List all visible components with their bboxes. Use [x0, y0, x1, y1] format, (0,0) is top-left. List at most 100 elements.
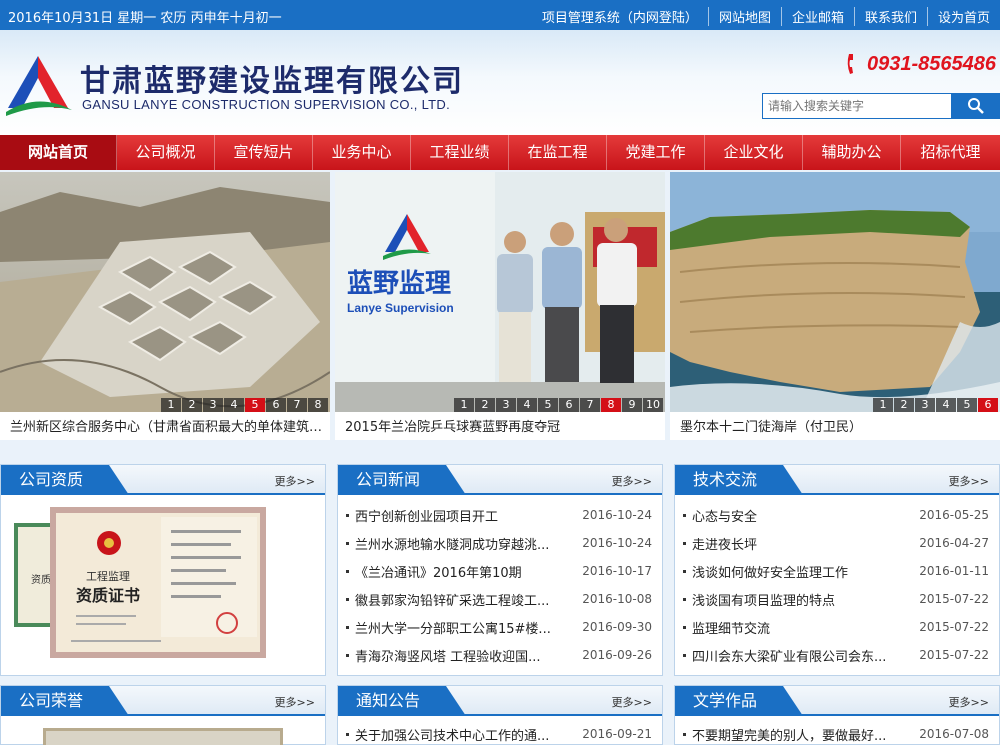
pager-button[interactable]: 9: [622, 398, 642, 412]
nav-item-projects[interactable]: 工程业绩: [411, 135, 509, 170]
tech-exchange-panel: 技术交流 更多>> 心态与安全 2016-05-25 走进夜长坪 2016-04-2…: [674, 464, 1000, 676]
notice-title-link[interactable]: 关于加强公司技术中心工作的通...: [355, 725, 562, 744]
panel-header: 通知公告 更多>>: [338, 686, 662, 716]
list-item: 青海尕海竖风塔 工程验收迎国... 2016-09-26: [346, 641, 652, 669]
pager-button[interactable]: 1: [161, 398, 181, 412]
list-item: 监理细节交流 2015-07-22: [683, 613, 989, 641]
list-item: 不要期望完美的别人，要做最好... 2016-07-08: [683, 720, 989, 745]
notice-panel: 通知公告 更多>> 关于加强公司技术中心工作的通... 2016-09-21: [337, 685, 663, 745]
pager-button[interactable]: 7: [287, 398, 307, 412]
top-link-sitemap[interactable]: 网站地图: [707, 7, 781, 26]
banner-slide-2[interactable]: 蓝野监理 Lanye Supervision 1 2 3 4 5 6 7 8 9…: [335, 172, 665, 440]
panel-title: 公司新闻: [338, 465, 466, 495]
nav-item-home[interactable]: 网站首页: [0, 135, 117, 170]
list-item: 浅谈如何做好安全监理工作 2016-01-11: [683, 557, 989, 585]
news-title-link[interactable]: 徽县郭家沟铅锌矿采选工程竣工...: [355, 590, 562, 609]
article-title-link[interactable]: 心态与安全: [692, 506, 899, 525]
pager-button[interactable]: 6: [559, 398, 579, 412]
pager-button[interactable]: 4: [936, 398, 956, 412]
list-item: 徽县郭家沟铅锌矿采选工程竣工... 2016-10-08: [346, 585, 652, 613]
more-link[interactable]: 更多>>: [949, 473, 989, 489]
more-link[interactable]: 更多>>: [275, 473, 315, 489]
pager-button[interactable]: 2: [182, 398, 202, 412]
pager-button[interactable]: 10: [643, 398, 663, 412]
panel-header: 公司荣誉 更多>>: [1, 686, 325, 716]
pager-button[interactable]: 2: [894, 398, 914, 412]
news-title-link[interactable]: 兰州大学一分部职工公寓15#楼...: [355, 618, 562, 637]
certificate-image[interactable]: 资质证书 工程监理 资质证书: [1, 495, 325, 665]
literature-title-link[interactable]: 不要期望完美的别人，要做最好...: [692, 725, 899, 744]
pager-button[interactable]: 5: [538, 398, 558, 412]
pager-button-active[interactable]: 5: [245, 398, 265, 412]
list-item: 四川会东大梁矿业有限公司会东... 2015-07-22: [683, 641, 989, 669]
honor-image[interactable]: [43, 728, 283, 745]
banner-caption-2[interactable]: 2015年兰冶院乒乓球赛蓝野再度夺冠: [345, 416, 660, 435]
pager-button-active[interactable]: 8: [601, 398, 621, 412]
pager-button[interactable]: 6: [266, 398, 286, 412]
top-link-contact[interactable]: 联系我们: [853, 7, 927, 26]
pager-button-active[interactable]: 6: [978, 398, 998, 412]
article-title-link[interactable]: 监理细节交流: [692, 618, 899, 637]
pager-button[interactable]: 1: [454, 398, 474, 412]
more-link[interactable]: 更多>>: [612, 473, 652, 489]
nav-item-culture[interactable]: 企业文化: [705, 135, 803, 170]
panel-title: 技术交流: [675, 465, 803, 495]
news-date: 2016-10-17: [582, 564, 652, 578]
news-title-link[interactable]: 兰州水源地输水隧洞成功穿越洮...: [355, 534, 562, 553]
banner-pager-1: 1 2 3 4 5 6 7 8: [160, 398, 328, 412]
pager-button[interactable]: 8: [308, 398, 328, 412]
banner-slide-3[interactable]: 1 2 3 4 5 6 墨尔本十二门徒海岸（付卫民）: [670, 172, 1000, 440]
more-link[interactable]: 更多>>: [275, 694, 315, 710]
nav-item-ongoing[interactable]: 在监工程: [509, 135, 607, 170]
search-bar: [762, 93, 1000, 119]
news-title-link[interactable]: 西宁创新创业园项目开工: [355, 506, 562, 525]
bullet-icon: [683, 625, 686, 629]
top-link-set-homepage[interactable]: 设为首页: [926, 7, 1000, 26]
more-link[interactable]: 更多>>: [949, 694, 989, 710]
search-button[interactable]: [952, 93, 1000, 119]
bullet-icon: [346, 732, 349, 736]
pager-button[interactable]: 4: [517, 398, 537, 412]
article-date: 2015-07-22: [919, 648, 989, 662]
list-item: 心态与安全 2016-05-25: [683, 501, 989, 529]
pager-button[interactable]: 3: [203, 398, 223, 412]
article-title-link[interactable]: 浅谈如何做好安全监理工作: [692, 562, 899, 581]
company-logo-icon[interactable]: [2, 52, 74, 118]
banner-caption-3[interactable]: 墨尔本十二门徒海岸（付卫民）: [680, 416, 995, 435]
nav-item-bidding[interactable]: 招标代理: [901, 135, 1000, 170]
panel-title: 文学作品: [675, 686, 803, 716]
banner-caption-1[interactable]: 兰州新区综合服务中心（甘肃省面积最大的单体建筑-建...: [10, 416, 325, 435]
pager-button[interactable]: 4: [224, 398, 244, 412]
article-title-link[interactable]: 走进夜长坪: [692, 534, 899, 553]
top-link-email[interactable]: 企业邮箱: [780, 7, 854, 26]
banner-slide-1[interactable]: 1 2 3 4 5 6 7 8 兰州新区综合服务中心（甘肃省面积最大的单体建筑-…: [0, 172, 330, 440]
article-date: 2016-01-11: [919, 564, 989, 578]
banner-image-coast[interactable]: [670, 172, 1000, 412]
pager-button[interactable]: 1: [873, 398, 893, 412]
banner-image-team[interactable]: 蓝野监理 Lanye Supervision: [335, 172, 665, 412]
pager-button[interactable]: 3: [915, 398, 935, 412]
article-title-link[interactable]: 浅谈国有项目监理的特点: [692, 590, 899, 609]
nav-item-party[interactable]: 党建工作: [607, 135, 705, 170]
phone-icon: [847, 54, 853, 74]
banner-sign-cn: 蓝野监理: [347, 269, 451, 299]
nav-item-video[interactable]: 宣传短片: [215, 135, 313, 170]
pager-button[interactable]: 2: [475, 398, 495, 412]
search-input[interactable]: [762, 93, 952, 119]
honor-panel: 公司荣誉 更多>>: [0, 685, 326, 745]
pager-button[interactable]: 5: [957, 398, 977, 412]
nav-item-office[interactable]: 辅助办公: [803, 135, 901, 170]
nav-item-business[interactable]: 业务中心: [313, 135, 411, 170]
article-date: 2015-07-22: [919, 592, 989, 606]
more-link[interactable]: 更多>>: [612, 694, 652, 710]
nav-item-about[interactable]: 公司概况: [117, 135, 215, 170]
literature-date: 2016-07-08: [919, 727, 989, 741]
news-title-link[interactable]: 青海尕海竖风塔 工程验收迎国...: [355, 646, 562, 665]
article-title-link[interactable]: 四川会东大梁矿业有限公司会东...: [692, 646, 899, 665]
banner-image-building[interactable]: [0, 172, 330, 412]
news-title-link[interactable]: 《兰冶通讯》2016年第10期: [355, 562, 562, 581]
pager-button[interactable]: 7: [580, 398, 600, 412]
top-link-project-system[interactable]: 项目管理系统（内网登陆）: [532, 7, 708, 26]
news-date: 2016-09-26: [582, 648, 652, 662]
pager-button[interactable]: 3: [496, 398, 516, 412]
